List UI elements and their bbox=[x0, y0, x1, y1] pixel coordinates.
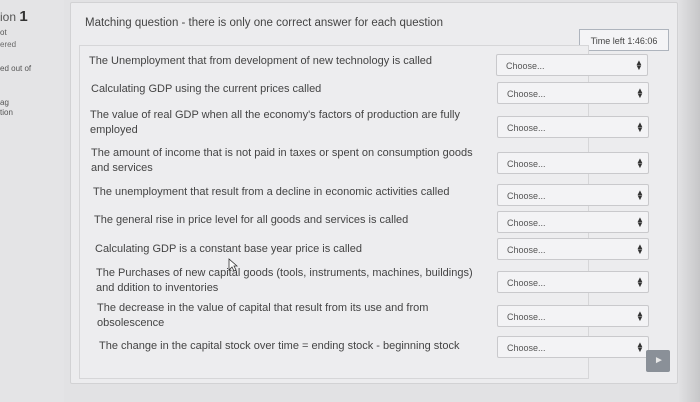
question-info-sidebar: ion 1 ot ered ed out of ag tion bbox=[0, 0, 64, 402]
answer-select-8[interactable]: Choose... ▲ ▼ bbox=[497, 271, 649, 293]
select-value: Choose... bbox=[506, 61, 545, 71]
select-value: Choose... bbox=[507, 278, 546, 288]
match-question-5: The unemployment that result from a decl… bbox=[93, 186, 450, 198]
answer-select-10[interactable]: Choose... ▲ ▼ bbox=[497, 336, 649, 358]
info-flag-text-1: ag bbox=[0, 98, 9, 107]
match-question-3: The value of real GDP when all the econo… bbox=[90, 109, 460, 136]
select-value: Choose... bbox=[507, 343, 546, 353]
match-question-2: Calculating GDP using the current prices… bbox=[91, 83, 322, 95]
answer-select-7[interactable]: Choose... ▲ ▼ bbox=[497, 238, 649, 260]
screen-edge-shadow bbox=[678, 0, 700, 402]
time-left-box: Time left 1:46:06 bbox=[579, 29, 669, 51]
updown-arrows-icon: ▲ ▼ bbox=[636, 86, 644, 100]
updown-arrows-icon: ▲ ▼ bbox=[636, 120, 644, 134]
select-value: Choose... bbox=[507, 245, 546, 255]
select-value: Choose... bbox=[507, 312, 546, 322]
match-question-6: The general rise in price level for all … bbox=[94, 214, 409, 226]
select-value: Choose... bbox=[507, 191, 546, 201]
question-prompt: Matching question - there is only one co… bbox=[85, 17, 443, 29]
updown-arrows-icon: ▲ ▼ bbox=[636, 275, 644, 289]
select-value: Choose... bbox=[507, 218, 546, 228]
updown-arrows-icon: ▲ ▼ bbox=[636, 340, 644, 354]
match-question-10: The change in the capital stock over tim… bbox=[99, 340, 460, 352]
select-value: Choose... bbox=[507, 123, 546, 133]
match-question-1: The Unemployment that from development o… bbox=[89, 55, 433, 67]
updown-arrows-icon: ▲ ▼ bbox=[636, 188, 644, 202]
updown-arrows-icon: ▲ ▼ bbox=[636, 242, 644, 256]
answer-select-3[interactable]: Choose... ▲ ▼ bbox=[497, 116, 649, 138]
info-flag-text-2: tion bbox=[0, 108, 13, 117]
answer-select-6[interactable]: Choose... ▲ ▼ bbox=[497, 211, 649, 233]
updown-arrows-icon: ▲ ▼ bbox=[636, 215, 644, 229]
info-marks-text: ed out of bbox=[0, 64, 32, 73]
match-question-7: Calculating GDP is a constant base year … bbox=[95, 243, 362, 255]
answer-select-2[interactable]: Choose... ▲ ▼ bbox=[497, 82, 649, 104]
question-number-label: ion 1 bbox=[0, 8, 28, 25]
select-value: Choose... bbox=[507, 89, 546, 99]
match-question-8: The Purchases of new capital goods (tool… bbox=[96, 267, 473, 294]
updown-arrows-icon: ▲ ▼ bbox=[636, 156, 644, 170]
info-text-1: ot bbox=[0, 28, 7, 37]
answer-select-5[interactable]: Choose... ▲ ▼ bbox=[497, 184, 649, 206]
answer-select-1[interactable]: Choose... ▲ ▼ bbox=[496, 54, 648, 76]
info-status-text: ered bbox=[0, 40, 17, 49]
answer-select-9[interactable]: Choose... ▲ ▼ bbox=[497, 305, 649, 327]
match-question-4: The amount of income that is not paid in… bbox=[91, 147, 473, 174]
arrow-right-icon: ► bbox=[654, 355, 664, 366]
next-page-button[interactable]: ► bbox=[646, 350, 670, 372]
answer-select-4[interactable]: Choose... ▲ ▼ bbox=[497, 152, 649, 174]
match-question-9: The decrease in the value of capital tha… bbox=[97, 302, 429, 329]
select-value: Choose... bbox=[507, 159, 546, 169]
mouse-cursor-icon bbox=[228, 258, 238, 272]
updown-arrows-icon: ▲ ▼ bbox=[635, 58, 643, 72]
updown-arrows-icon: ▲ ▼ bbox=[636, 309, 644, 323]
